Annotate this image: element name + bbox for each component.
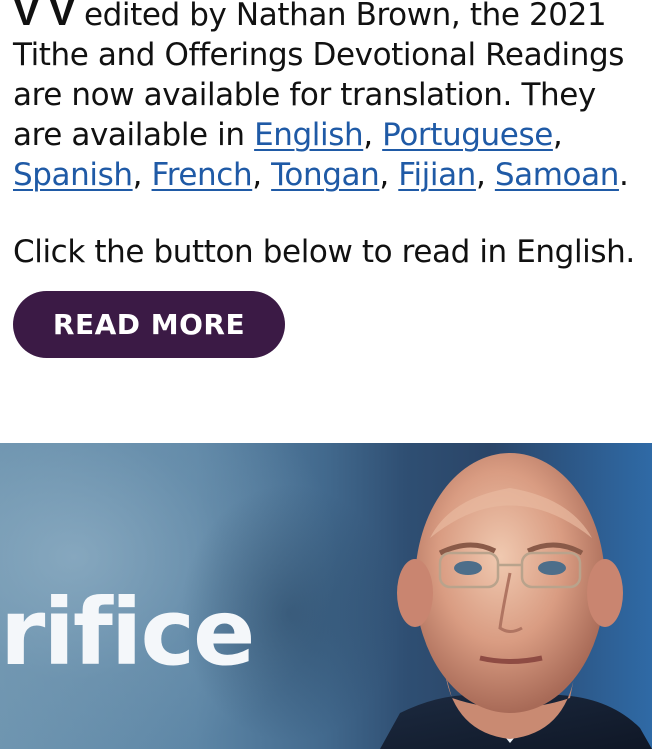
separator: , [552,117,563,153]
link-french[interactable]: French [152,157,253,193]
separator: , [132,157,152,193]
separator: , [379,157,399,193]
intro-paragraph: V V edited by Nathan Brown, the 2021 Tit… [13,0,643,195]
featured-banner-image[interactable]: rifice [0,443,652,749]
link-spanish[interactable]: Spanish [13,157,133,193]
link-samoan[interactable]: Samoan [495,157,619,193]
dropcap-tail: V V [13,0,75,34]
speaker-portrait [380,453,652,749]
cta-text: Click the button below to read in Englis… [13,234,635,270]
separator: . [618,157,629,193]
separator: , [363,117,383,153]
read-more-button[interactable]: READ MORE [13,291,285,358]
separator: , [475,157,495,193]
separator: , [252,157,272,193]
link-tongan[interactable]: Tongan [271,157,380,193]
link-english[interactable]: English [254,117,364,153]
link-portuguese[interactable]: Portuguese [382,117,553,153]
link-fijian[interactable]: Fijian [398,157,476,193]
banner-text: rifice [0,579,255,686]
